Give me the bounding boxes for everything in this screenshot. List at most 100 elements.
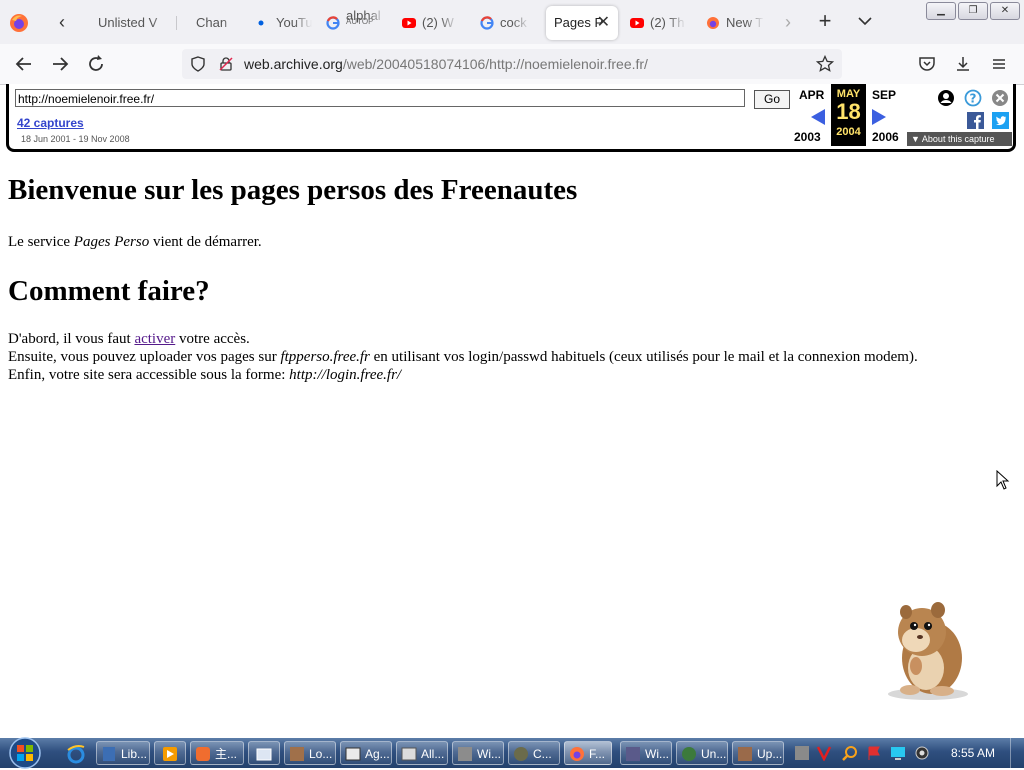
next-year-label[interactable]: 2006 bbox=[872, 130, 899, 144]
restore-button[interactable]: ❐ bbox=[958, 2, 988, 20]
capture-date-range: 18 Jun 2001 - 19 Nov 2008 bbox=[21, 134, 130, 144]
menu-icon[interactable] bbox=[990, 55, 1008, 73]
tab-google-alphal[interactable]: alphal AUTOP bbox=[326, 6, 386, 40]
about-capture-button[interactable]: ▼ About this capture bbox=[907, 132, 1012, 146]
current-capture-date: MAY 18 2004 bbox=[831, 84, 866, 146]
taskbar-libreoffice[interactable]: Lib... bbox=[96, 741, 150, 765]
page-title: Bienvenue sur les pages persos des Freen… bbox=[8, 174, 578, 206]
taskbar-window[interactable] bbox=[248, 741, 280, 765]
youtube-icon bbox=[402, 18, 416, 28]
bookmark-star-icon[interactable] bbox=[816, 55, 834, 73]
pocket-icon[interactable] bbox=[918, 55, 936, 73]
activer-link[interactable]: activer bbox=[134, 331, 175, 347]
windows-taskbar: Lib... 主... Lo... Ag... All... Wi... C..… bbox=[0, 736, 1024, 770]
tab-scroll-left-button[interactable]: ‹ bbox=[52, 12, 72, 32]
tab-google-cock[interactable]: cock bbox=[480, 6, 530, 40]
libreoffice-icon bbox=[103, 747, 115, 761]
chevron-down-icon[interactable] bbox=[854, 10, 876, 32]
internet-explorer-icon[interactable] bbox=[66, 744, 86, 764]
window-icon bbox=[256, 748, 272, 761]
taskbar-all[interactable]: All... bbox=[396, 741, 448, 765]
mouse-cursor-icon bbox=[996, 470, 1010, 490]
wayback-go-button[interactable]: Go bbox=[754, 90, 790, 109]
app-icon bbox=[626, 747, 640, 761]
close-tab-icon[interactable]: ✕ bbox=[597, 6, 610, 40]
download-icon[interactable] bbox=[954, 55, 972, 73]
captures-link[interactable]: 42 captures bbox=[17, 116, 84, 130]
taskbar-lo[interactable]: Lo... bbox=[284, 741, 336, 765]
triangle-down-icon: ▼ bbox=[911, 134, 922, 144]
instruction-line-2: Ensuite, vous pouvez uploader vos pages … bbox=[8, 349, 918, 365]
user-account-icon[interactable] bbox=[937, 89, 955, 107]
tab-scroll-right-button[interactable]: › bbox=[778, 12, 798, 32]
tab-youtube-2th[interactable]: (2) Th bbox=[630, 6, 686, 40]
prev-capture-arrow-icon[interactable] bbox=[811, 109, 825, 125]
taskbar-wi-2[interactable]: Wi... bbox=[620, 741, 672, 765]
prev-year-label[interactable]: 2003 bbox=[794, 130, 821, 144]
firefox-icon bbox=[570, 747, 584, 761]
tab-youtube-2w[interactable]: (2) W bbox=[402, 6, 458, 40]
youtube-icon bbox=[630, 18, 644, 28]
prev-month-label[interactable]: APR bbox=[799, 88, 824, 102]
address-bar[interactable]: web.archive.org/web/20040518074106/http:… bbox=[182, 49, 842, 79]
start-orb-icon[interactable] bbox=[6, 736, 44, 770]
tab-pages-perso-active[interactable]: Pages P ✕ bbox=[546, 6, 618, 40]
shield-icon[interactable] bbox=[190, 56, 206, 72]
tray-monitor-icon[interactable] bbox=[890, 745, 906, 761]
taskbar-up[interactable]: Up... bbox=[732, 741, 784, 765]
close-circle-icon[interactable] bbox=[991, 89, 1009, 107]
firefox-icon[interactable] bbox=[8, 12, 30, 34]
lock-warning-icon[interactable] bbox=[218, 56, 234, 72]
tab-strip: ‹ Unlisted V Chan YouTu alphal AUTOP (2)… bbox=[0, 0, 1024, 44]
forward-arrow-icon[interactable] bbox=[48, 52, 72, 76]
tray-search-icon[interactable] bbox=[842, 745, 858, 761]
window-icon bbox=[345, 747, 361, 761]
twitter-icon[interactable] bbox=[992, 112, 1009, 129]
system-clock[interactable]: 8:55 AM bbox=[938, 738, 1008, 768]
wayback-toolbar: http://noemielenoir.free.fr/ Go 42 captu… bbox=[6, 84, 1016, 152]
facebook-icon[interactable] bbox=[967, 112, 984, 129]
nav-toolbar: web.archive.org/web/20040518074106/http:… bbox=[0, 44, 1024, 85]
app-icon bbox=[196, 747, 210, 761]
tray-volume-icon[interactable] bbox=[914, 745, 930, 761]
tray-v-icon[interactable] bbox=[816, 745, 832, 761]
taskbar-media-player[interactable] bbox=[154, 741, 186, 765]
instruction-line-3: Enfin, votre site sera accessible sous l… bbox=[8, 367, 402, 383]
tab-youtube-studio[interactable]: YouTu bbox=[256, 6, 312, 40]
intro-paragraph: Le service Pages Perso vient de démarrer… bbox=[8, 234, 262, 250]
window-icon bbox=[401, 747, 417, 761]
next-month-label[interactable]: SEP bbox=[872, 88, 896, 102]
show-desktop-button[interactable] bbox=[1010, 738, 1024, 768]
firefox-icon bbox=[707, 17, 719, 29]
tab-unlisted[interactable]: Unlisted V bbox=[98, 6, 170, 40]
back-arrow-icon[interactable] bbox=[12, 52, 36, 76]
tab-channel[interactable]: Chan bbox=[196, 6, 240, 40]
minimize-button[interactable]: ▁ bbox=[926, 2, 956, 20]
tray-flag-icon[interactable] bbox=[866, 745, 882, 761]
tray-app-icon[interactable] bbox=[794, 745, 810, 761]
url-text[interactable]: web.archive.org/web/20040518074106/http:… bbox=[244, 49, 648, 79]
app-icon bbox=[290, 747, 304, 761]
reload-icon[interactable] bbox=[84, 52, 108, 76]
close-window-button[interactable]: ✕ bbox=[990, 2, 1020, 20]
new-tab-button[interactable]: + bbox=[814, 10, 836, 32]
taskbar-wi-1[interactable]: Wi... bbox=[452, 741, 504, 765]
app-icon bbox=[458, 747, 472, 761]
wayback-url-input[interactable]: http://noemielenoir.free.fr/ bbox=[15, 89, 745, 107]
taskbar-un[interactable]: Un... bbox=[676, 741, 728, 765]
hamster-mascot-icon bbox=[888, 602, 968, 700]
app-icon bbox=[682, 747, 696, 761]
media-player-icon bbox=[163, 747, 177, 761]
section-heading-how: Comment faire? bbox=[8, 275, 210, 307]
taskbar-chinese-app[interactable]: 主... bbox=[190, 741, 244, 765]
google-icon bbox=[326, 16, 340, 30]
svg-text:?: ? bbox=[970, 92, 977, 106]
taskbar-c[interactable]: C... bbox=[508, 741, 560, 765]
help-icon[interactable]: ? bbox=[964, 89, 982, 107]
archived-page-content: Bienvenue sur les pages persos des Freen… bbox=[8, 152, 1008, 384]
tab-new-tab[interactable]: New T bbox=[706, 6, 764, 40]
taskbar-firefox[interactable]: F... bbox=[564, 741, 612, 765]
dot-icon bbox=[258, 20, 264, 26]
taskbar-ag[interactable]: Ag... bbox=[340, 741, 392, 765]
next-capture-arrow-icon[interactable] bbox=[872, 109, 886, 125]
